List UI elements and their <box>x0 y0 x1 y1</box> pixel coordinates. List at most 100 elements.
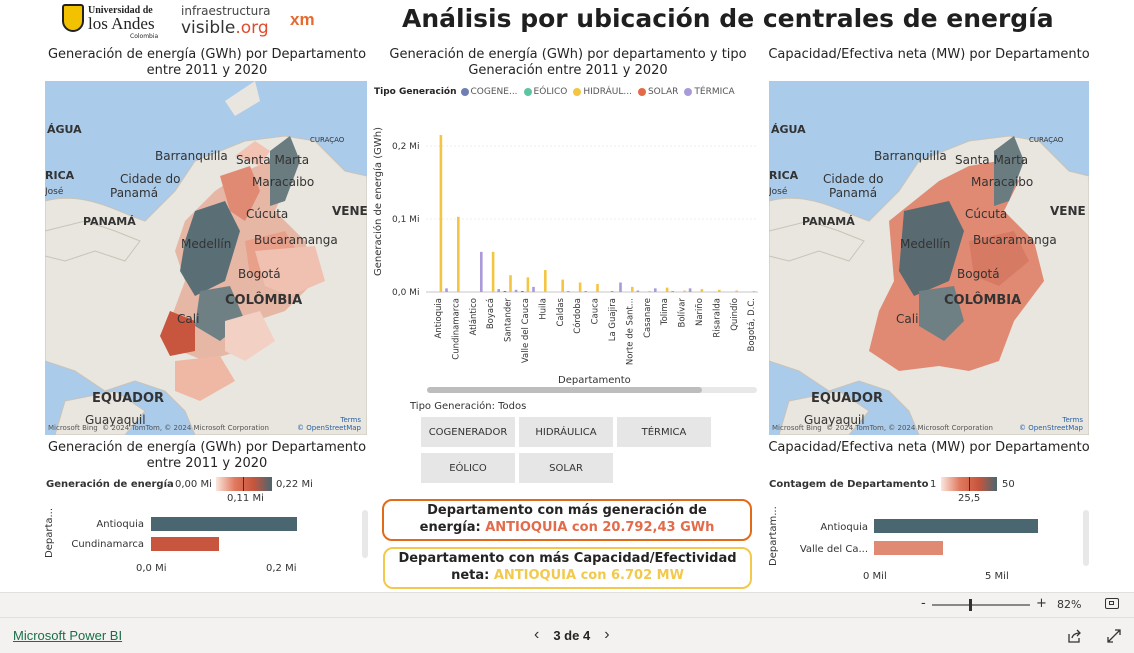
legend-dot <box>637 88 646 96</box>
bar-tolima-4[interactable] <box>671 291 674 292</box>
map-left-label-cidade: Cidade do <box>120 172 181 186</box>
bar-nortedesant-2[interactable] <box>631 286 634 292</box>
x-tick-label: Bolívar <box>678 298 688 328</box>
map-right-label-panama-city: Panamá <box>829 186 878 200</box>
bar-antioquia-2[interactable] <box>439 135 443 292</box>
bars-right-bar-valle[interactable] <box>874 541 943 555</box>
callout-gen-value: ANTIOQUIA con 20.792,43 GWh <box>485 520 715 535</box>
bar-casanare-4[interactable] <box>654 288 657 292</box>
x-tick-label: Quindío <box>730 298 740 331</box>
slicer-btn-eolico[interactable]: EÓLICO <box>420 452 516 484</box>
x-tick-label: Córdoba <box>572 298 583 334</box>
map-right-label-cidade: Cidade do <box>823 172 884 186</box>
bar-chart-scrollbar[interactable] <box>427 387 757 393</box>
legend-item-0[interactable]: COGENE... <box>460 87 518 97</box>
bar-chart-legend: Tipo Generación COGENE... EÓLICO HIDRÁUL..… <box>374 87 735 97</box>
bar-crdoba-4[interactable] <box>584 291 587 292</box>
x-tick-label: Boyacá <box>486 298 496 329</box>
bars-left-legend-min: 0,00 Mi <box>175 479 212 490</box>
zoom-row: - + 82% <box>0 593 1134 617</box>
bar-bolvar-2[interactable] <box>683 290 686 292</box>
bar-laguajira-4[interactable] <box>619 282 622 292</box>
map-right[interactable]: ÁGUA Barranquilla Santa Marta CURAÇAO RI… <box>769 81 1089 435</box>
bar-casanare-2[interactable] <box>648 291 651 292</box>
callout-max-generation: Departamento con más generación de energ… <box>382 499 752 541</box>
bars-left-cat-1: Cundinamarca <box>71 539 144 550</box>
bars-right-legend-gradient <box>941 477 997 491</box>
iv-org: .org <box>235 18 269 38</box>
bar-cauca-2[interactable] <box>596 283 599 292</box>
bars-right-bar-antioquia[interactable] <box>874 519 1038 533</box>
bar-tolima-2[interactable] <box>665 287 669 292</box>
bar-caldas-4[interactable] <box>567 291 570 292</box>
bar-boyac-2[interactable] <box>491 251 495 292</box>
bar-nortedesant-4[interactable] <box>636 290 640 292</box>
bar-santander-0[interactable] <box>503 291 507 292</box>
bar-quindo-2[interactable] <box>735 290 738 292</box>
bar-risaralda-2[interactable] <box>718 289 721 292</box>
slicer-btn-hidraulica[interactable]: HIDRÁULICA <box>518 416 614 448</box>
bars-right-cat-1: Valle del Ca... <box>799 544 868 555</box>
power-bi-link[interactable]: Microsoft Power BI <box>13 628 122 643</box>
bar-santander-4[interactable] <box>514 289 518 292</box>
bar-bolvar-4[interactable] <box>688 288 692 292</box>
bar-nario-2[interactable] <box>700 289 704 292</box>
prev-page-button[interactable]: ‹ <box>534 626 539 644</box>
legend-item-2[interactable]: HIDRÁUL... <box>573 87 632 97</box>
fit-to-page-icon[interactable] <box>1105 598 1119 609</box>
bar-santander-2[interactable] <box>509 275 512 292</box>
bar-huila-2[interactable] <box>544 270 547 292</box>
bars-right-xtick-1: 5 Mil <box>985 571 1009 582</box>
slicer-btn-termica[interactable]: TÉRMICA <box>616 416 712 448</box>
bars-left-scrollbar[interactable] <box>362 510 368 558</box>
bar-chart-scroll-thumb[interactable] <box>427 387 702 393</box>
map-left-osm[interactable]: © OpenStreetMap <box>297 424 361 432</box>
bars-right-scrollbar[interactable] <box>1083 510 1089 566</box>
bars-left-legend-max: 0,22 Mi <box>276 479 313 490</box>
slicer-btn-cogenerador[interactable]: COGENERADOR <box>420 416 516 448</box>
map-left[interactable]: ÁGUA Barranquilla Santa Marta CURAÇAO RI… <box>45 81 367 435</box>
zoom-out-button[interactable]: - <box>921 596 926 611</box>
map-right-osm[interactable]: © OpenStreetMap <box>1019 424 1083 432</box>
bar-atlntico-4[interactable] <box>480 251 483 292</box>
bar-caldas-2[interactable] <box>561 279 564 292</box>
bar-cundinamarca-2[interactable] <box>457 216 460 292</box>
share-icon[interactable] <box>1067 628 1083 644</box>
bar-laguajira-1[interactable] <box>610 291 614 292</box>
x-tick-label: Cundinamarca <box>451 298 461 360</box>
slicer-btn-solar[interactable]: SOLAR <box>518 452 614 484</box>
zoom-in-button[interactable]: + <box>1036 596 1047 611</box>
bar-valledelcauca-4[interactable] <box>532 286 535 292</box>
legend-title: Tipo Generación <box>374 87 457 97</box>
legend-items: COGENE... EÓLICO HIDRÁUL... SOLAR TÉRMICA <box>460 87 735 97</box>
legend-item-1[interactable]: EÓLICO <box>523 87 567 97</box>
next-page-button[interactable]: › <box>604 626 609 644</box>
fullscreen-icon-svg <box>1107 629 1121 643</box>
bar-valledelcauca-0[interactable] <box>521 291 524 292</box>
share-icon-svg <box>1068 629 1081 643</box>
bars-left-bar-antioquia[interactable] <box>151 517 297 531</box>
bar-valledelcauca-2[interactable] <box>526 277 530 292</box>
zoom-slider-track[interactable] <box>932 604 1030 606</box>
y-tick-1: 0,1 Mi <box>392 215 420 225</box>
map-right-copyright: © 2024 TomTom, © 2024 Microsoft Corporat… <box>826 424 993 432</box>
map-right-links[interactable]: Terms © OpenStreetMap <box>1019 416 1083 432</box>
page-title: Análisis por ubicación de centrales de e… <box>402 4 1054 33</box>
map-left-terms[interactable]: Terms <box>340 416 361 424</box>
legend-item-3[interactable]: SOLAR <box>637 87 678 97</box>
fullscreen-icon[interactable] <box>1106 628 1122 644</box>
map-right-label-rica: RICA <box>769 169 799 182</box>
bars-left-bar-cundinamarca[interactable] <box>151 537 219 551</box>
legend-item-4[interactable]: TÉRMICA <box>684 87 735 97</box>
map-right-title: Capacidad/Efectiva neta (MW) por Departa… <box>768 47 1090 62</box>
bar-chart-title-line1: Generación de energía (GWh) por departam… <box>389 47 747 62</box>
map-right-terms[interactable]: Terms <box>1062 416 1083 424</box>
bar-chart-x-title: Departamento <box>558 375 631 386</box>
bar-boyac-4[interactable] <box>497 289 500 292</box>
bar-chart-plot[interactable]: Antioquia Cundinamarca Atlántico Boyacá Sant… <box>426 100 758 375</box>
zoom-slider-thumb[interactable] <box>969 599 972 611</box>
bar-crdoba-2[interactable] <box>578 282 582 292</box>
bar-bogotdc-2[interactable] <box>752 291 756 292</box>
map-left-links[interactable]: Terms © OpenStreetMap <box>297 416 361 432</box>
bar-antioquia-4[interactable] <box>445 288 448 292</box>
